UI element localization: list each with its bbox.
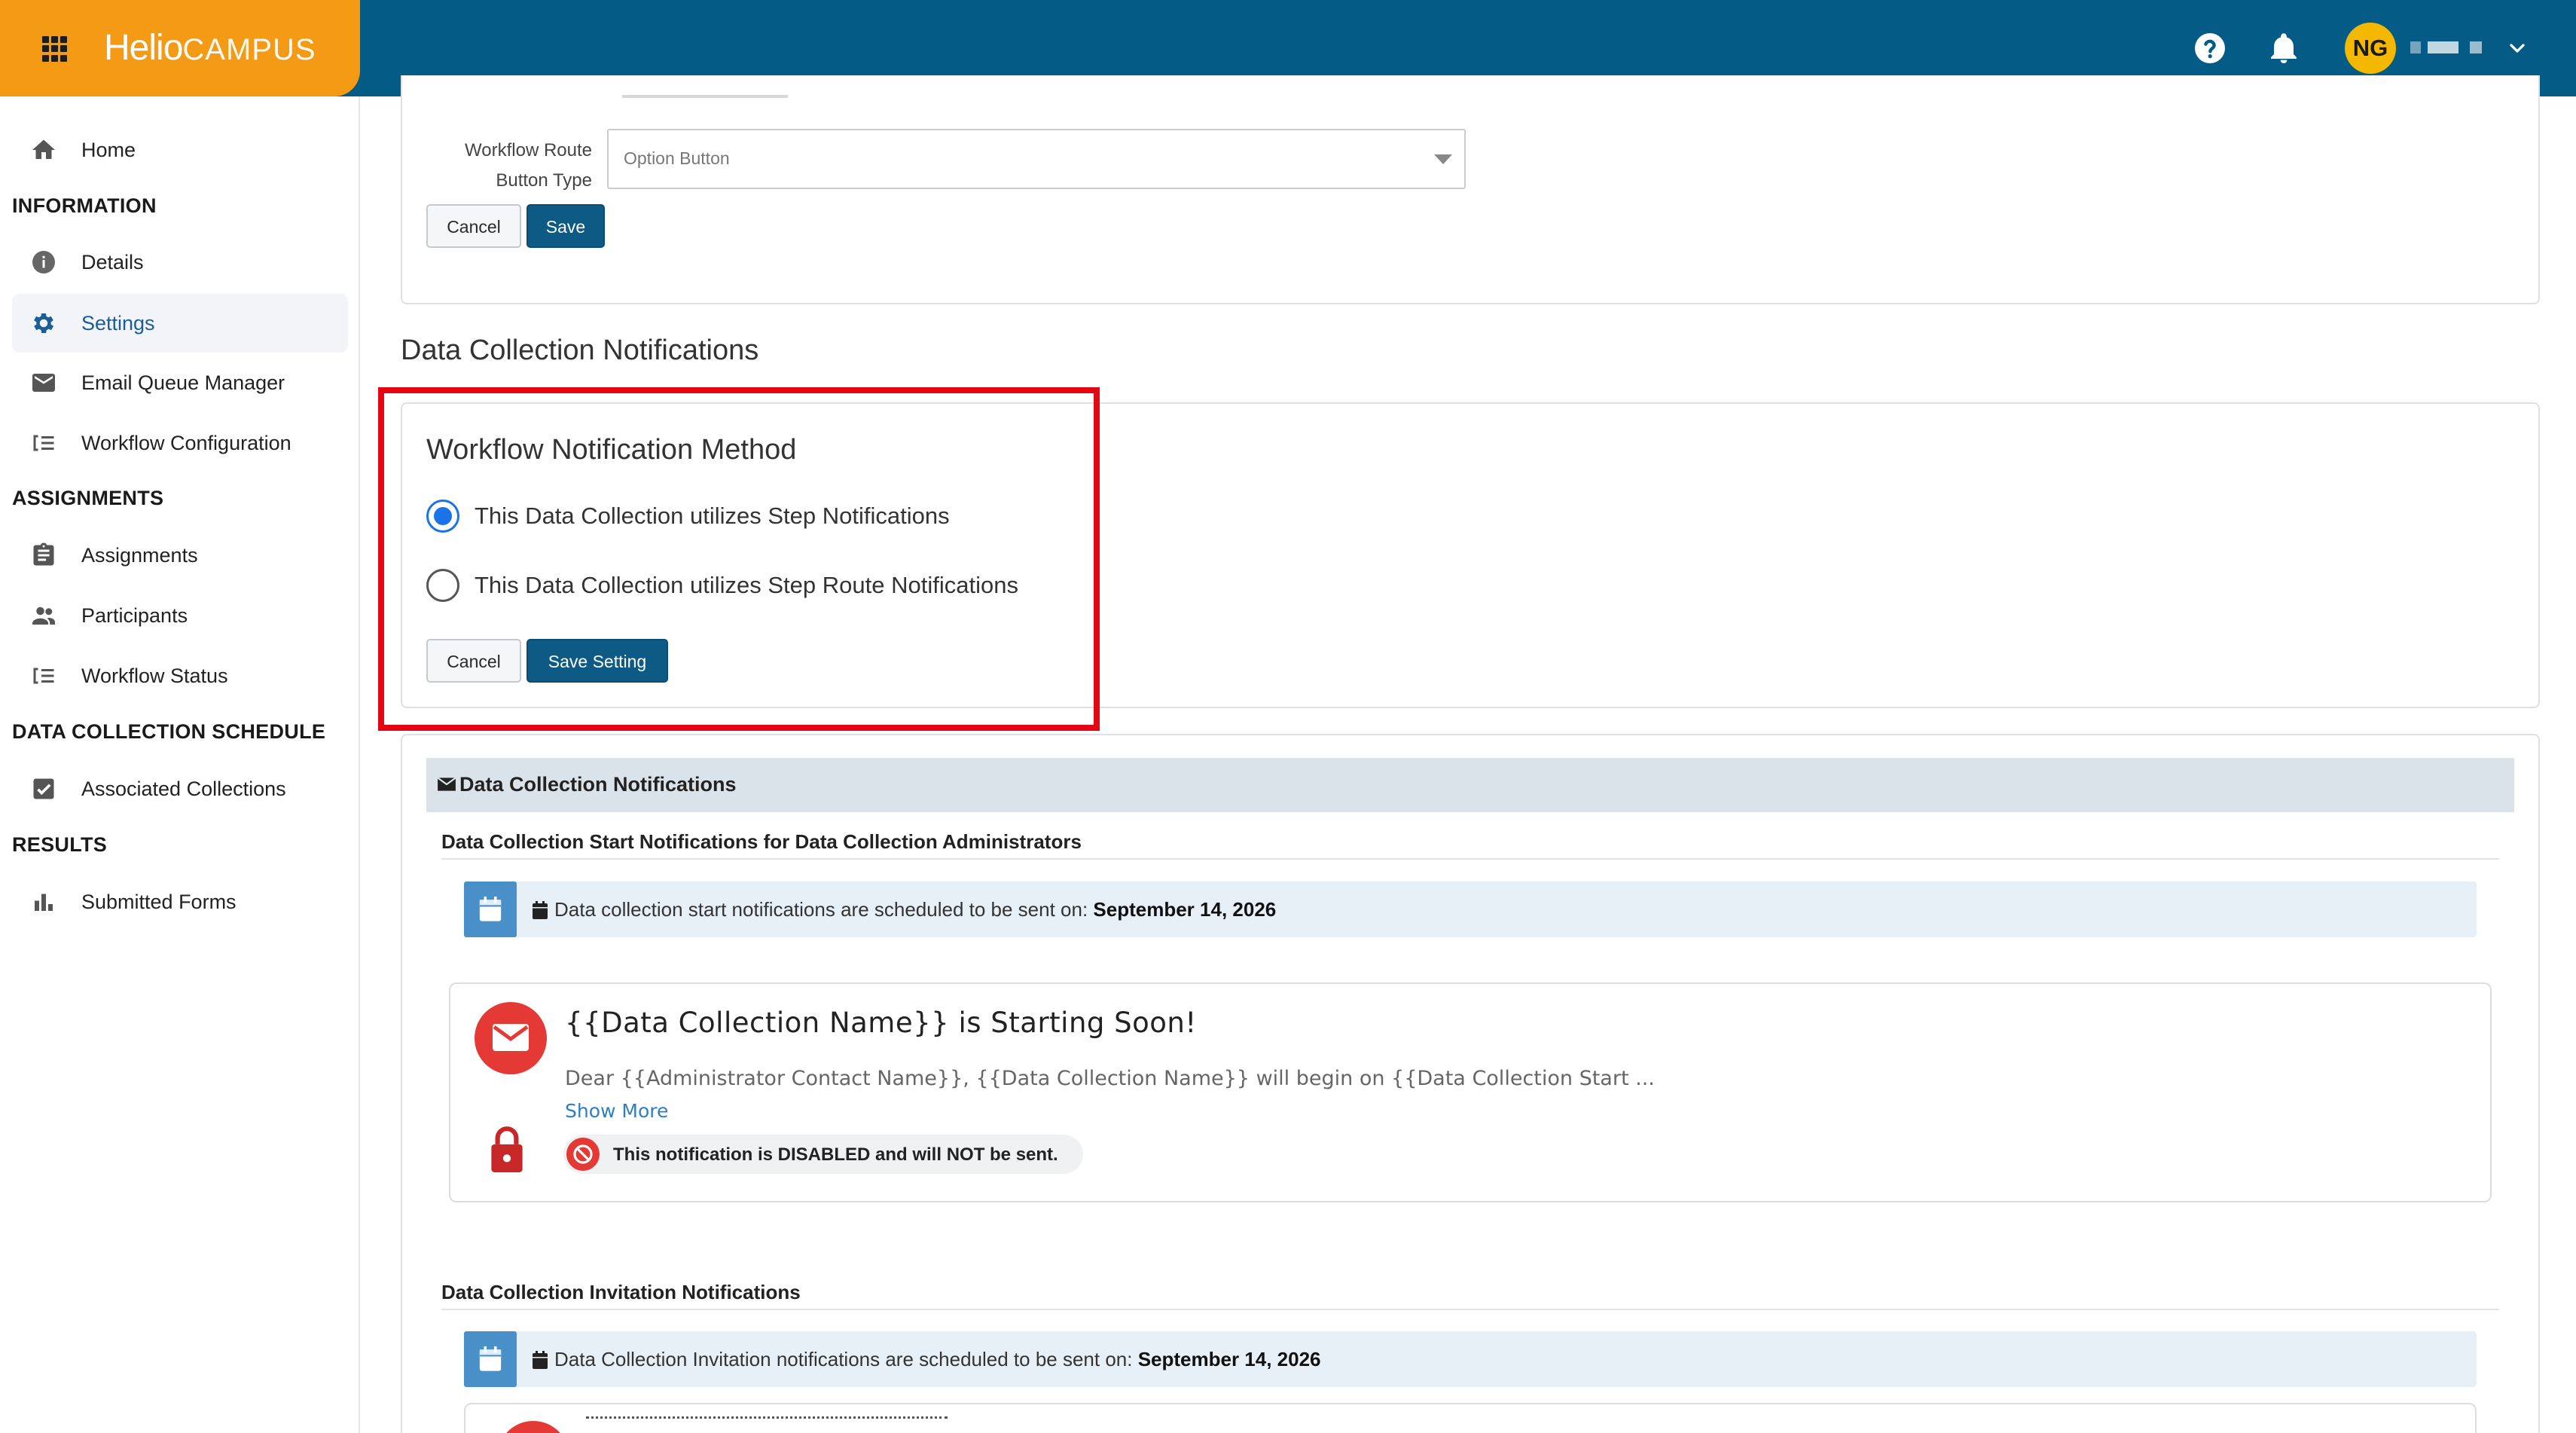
highlight-annotation-box <box>378 387 1100 731</box>
sidebar-item-participants[interactable]: Participants <box>12 586 348 645</box>
sidebar-item-label: Associated Collections <box>81 777 286 800</box>
people-icon <box>32 607 55 625</box>
route-button-type-label: Workflow Route Button Type <box>465 140 592 191</box>
apps-grid-icon[interactable] <box>42 36 68 62</box>
invitation-schedule-text: Data Collection Invitation notifications… <box>554 1348 1321 1370</box>
sidebar-item-label: Workflow Configuration <box>81 431 291 454</box>
sidebar: Home INFORMATION Details Settings Email … <box>0 96 360 1433</box>
sidebar-item-label: Details <box>81 250 144 273</box>
info-icon <box>32 251 55 273</box>
start-schedule-info: Data collection start notifications are … <box>464 881 2477 937</box>
scrolled-control-edge <box>622 95 788 98</box>
start-schedule-text: Data collection start notifications are … <box>554 898 1277 921</box>
sidebar-item-label: Assignments <box>81 543 198 567</box>
sidebar-item-label: Workflow Status <box>81 664 228 687</box>
gear-icon <box>34 313 54 334</box>
bar-chart-icon <box>35 894 53 911</box>
sidebar-item-workflow-status[interactable]: Workflow Status <box>12 646 348 705</box>
dropdown-caret-icon <box>1434 154 1452 164</box>
heliocampus-logo[interactable]: HelioCAMPUS <box>104 26 316 71</box>
chevron-down-icon[interactable] <box>2505 36 2529 60</box>
status-badge: This notification is DISABLED and will N… <box>563 1135 1083 1174</box>
sidebar-item-home[interactable]: Home <box>12 121 348 179</box>
sidebar-item-label: Email Queue Manager <box>81 371 285 394</box>
mail-icon <box>32 374 55 392</box>
notifications-band-header: Data Collection Notifications <box>426 758 2514 812</box>
calendar-icon <box>464 1331 517 1387</box>
workflow-list-icon <box>33 668 54 684</box>
notification-card[interactable]: {{Data Collection Name}} is Starting Soo… <box>449 982 2492 1202</box>
user-name-redacted[interactable] <box>2410 41 2498 53</box>
band-title: Data Collection Notifications <box>459 773 737 796</box>
show-more-link[interactable]: Show More <box>565 1100 668 1122</box>
small-calendar-icon <box>533 901 548 919</box>
mail-icon <box>497 1421 569 1433</box>
sidebar-item-assignments[interactable]: Assignments <box>12 526 348 585</box>
divider <box>441 1309 2499 1310</box>
help-icon[interactable] <box>2192 30 2228 66</box>
section-title-notifications: Data Collection Notifications <box>401 335 759 366</box>
section-heading-assignments: ASSIGNMENTS <box>12 487 164 509</box>
status-text: This notification is DISABLED and will N… <box>613 1144 1058 1165</box>
invitation-schedule-info: Data Collection Invitation notifications… <box>464 1331 2477 1387</box>
route-button-type-select[interactable]: Option Button <box>607 129 1466 189</box>
small-calendar-icon <box>533 1351 548 1369</box>
home-icon <box>32 139 55 159</box>
section-heading-information: INFORMATION <box>12 194 157 217</box>
sidebar-item-label: Home <box>81 138 136 161</box>
lock-icon <box>491 1126 523 1172</box>
sidebar-item-submitted-forms[interactable]: Submitted Forms <box>12 872 348 931</box>
brand-area: HelioCAMPUS <box>0 0 360 96</box>
route-cancel-button[interactable]: Cancel <box>426 204 521 248</box>
sidebar-item-settings[interactable]: Settings <box>12 294 348 353</box>
sidebar-item-label: Settings <box>81 311 155 335</box>
notification-card-partial[interactable] <box>464 1403 2477 1433</box>
checkbox-icon <box>33 778 54 799</box>
select-value: Option Button <box>624 148 730 168</box>
section-heading-schedule: DATA COLLECTION SCHEDULE <box>12 720 326 743</box>
section-heading-results: RESULTS <box>12 833 108 856</box>
route-save-button[interactable]: Save <box>526 204 605 248</box>
envelope-icon <box>437 777 456 791</box>
workflow-list-icon <box>33 435 54 451</box>
bell-icon[interactable] <box>2266 30 2302 66</box>
notification-title-partial <box>586 1416 948 1425</box>
invitation-notifications-heading: Data Collection Invitation Notifications <box>441 1281 801 1303</box>
user-avatar[interactable]: NG <box>2345 23 2396 74</box>
sidebar-item-associated-collections[interactable]: Associated Collections <box>12 759 348 818</box>
prohibited-icon <box>566 1138 600 1171</box>
divider <box>441 858 2499 860</box>
notification-body: Dear {{Administrator Contact Name}}, {{D… <box>565 1067 1655 1090</box>
sidebar-item-label: Participants <box>81 603 188 627</box>
sidebar-item-label: Submitted Forms <box>81 890 237 913</box>
clipboard-icon <box>33 542 54 566</box>
sidebar-item-workflow-configuration[interactable]: Workflow Configuration <box>12 414 348 472</box>
sidebar-item-email-queue[interactable]: Email Queue Manager <box>12 353 348 412</box>
mail-icon <box>475 1002 547 1074</box>
calendar-icon <box>464 881 517 937</box>
start-notifications-heading: Data Collection Start Notifications for … <box>441 830 1082 853</box>
notification-title: {{Data Collection Name}} is Starting Soo… <box>565 1007 1197 1039</box>
workflow-route-card <box>401 75 2540 304</box>
sidebar-item-details[interactable]: Details <box>12 233 348 292</box>
